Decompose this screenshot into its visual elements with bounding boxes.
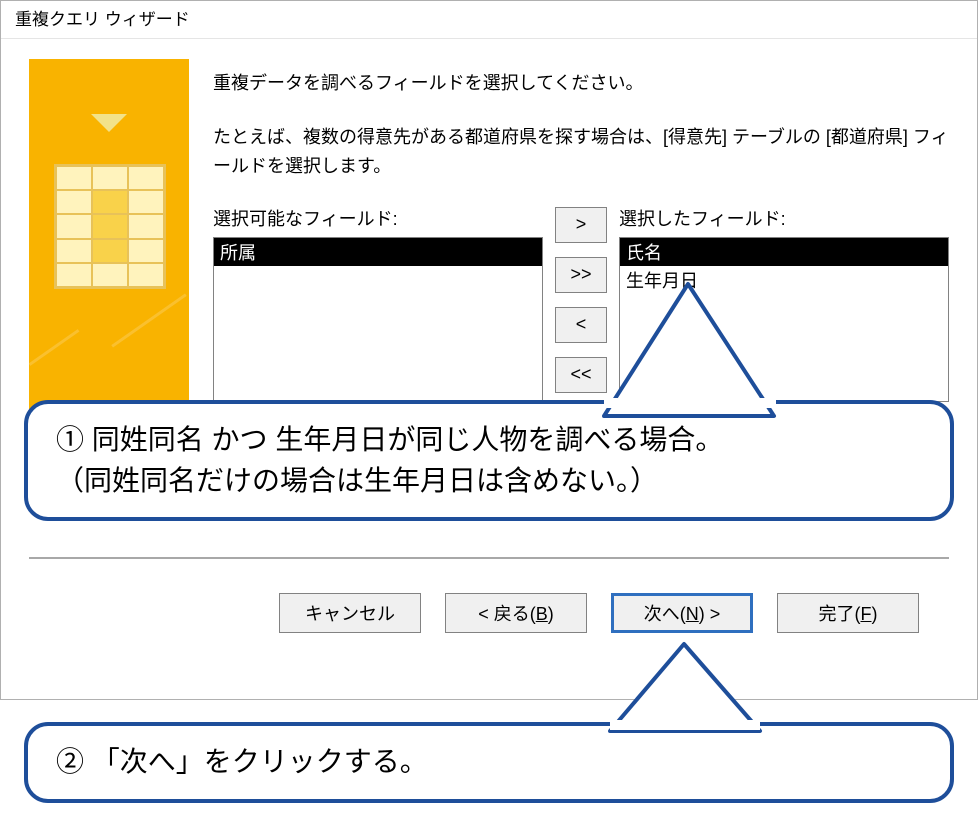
available-listbox[interactable]: 所属 (213, 237, 543, 402)
available-column: 選択可能なフィールド: 所属 (213, 205, 543, 402)
add-one-button[interactable]: > (555, 207, 607, 243)
down-arrow-icon (91, 114, 127, 132)
cancel-button[interactable]: キャンセル (279, 593, 421, 633)
wizard-body: 重複データを調べるフィールドを選択してください。 たとえば、複数の得意先がある都… (1, 39, 977, 409)
list-item[interactable]: 所属 (214, 238, 542, 266)
callout-1-line1: ① 同姓同名 かつ 生年月日が同じ人物を調べる場合。 (56, 420, 922, 461)
callout-1: ① 同姓同名 かつ 生年月日が同じ人物を調べる場合。 （同姓同名だけの場合は生年… (24, 400, 954, 521)
wizard-illustration (29, 59, 189, 409)
callout-2: ② 「次へ」をクリックする。 (24, 722, 954, 803)
callout-1-line2: （同姓同名だけの場合は生年月日は含めない。） (56, 461, 922, 502)
back-button[interactable]: < 戻る(B) (445, 593, 587, 633)
selected-label: 選択したフィールド: (619, 205, 949, 231)
table-icon (54, 164, 166, 289)
footer-divider (29, 557, 949, 559)
list-item[interactable]: 氏名 (620, 238, 948, 266)
window-title: 重複クエリ ウィザード (1, 1, 977, 39)
wizard-content: 重複データを調べるフィールドを選択してください。 たとえば、複数の得意先がある都… (213, 59, 949, 409)
available-label: 選択可能なフィールド: (213, 205, 543, 231)
next-button[interactable]: 次へ(N) > (611, 593, 753, 633)
instruction-example: たとえば、複数の得意先がある都道府県を探す場合は、[得意先] テーブルの [都道… (213, 123, 949, 181)
wizard-window: 重複クエリ ウィザード 重複データを調べるフィールドを選択してください。 たとえ… (0, 0, 978, 700)
instruction-main: 重複データを調べるフィールドを選択してください。 (213, 69, 949, 95)
callout-2-text: ② 「次へ」をクリックする。 (56, 742, 922, 783)
wizard-footer: キャンセル < 戻る(B) 次へ(N) > 完了(F) (1, 593, 977, 633)
field-picker: 選択可能なフィールド: 所属 > >> < << 選択したフィールド: 氏名生年… (213, 205, 949, 402)
finish-button[interactable]: 完了(F) (777, 593, 919, 633)
